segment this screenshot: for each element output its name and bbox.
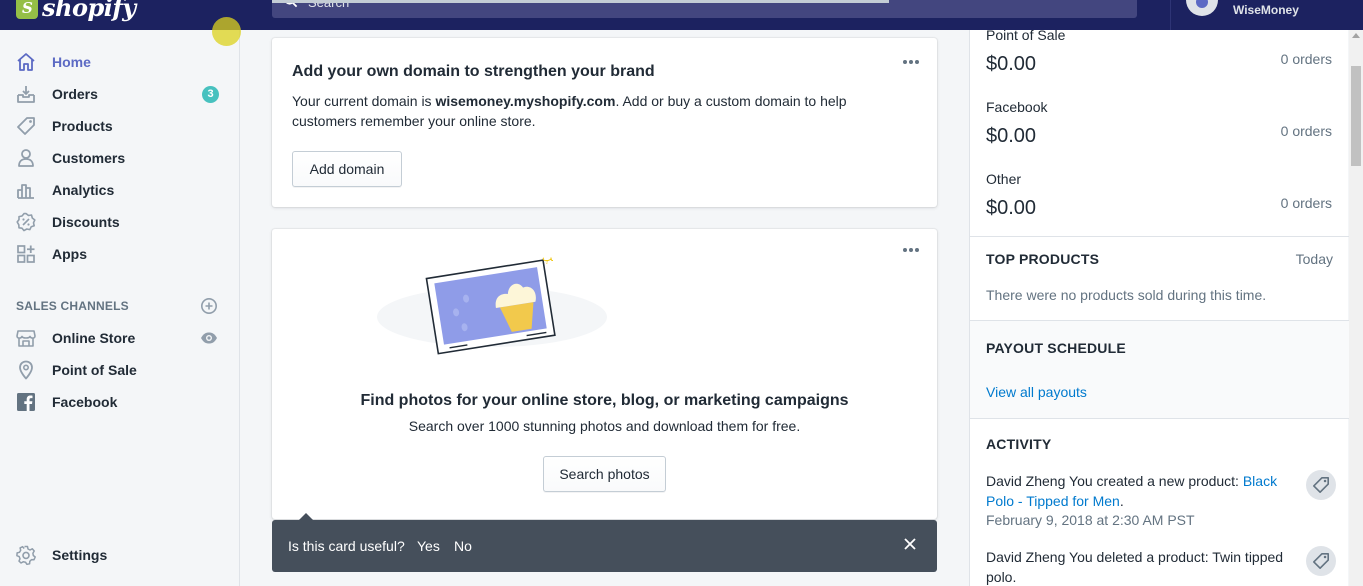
payout-schedule-section: PAYOUT SCHEDULE View all payouts [970, 320, 1349, 418]
page-scrollbar[interactable] [1349, 30, 1363, 586]
channel-name: Other [986, 171, 1022, 187]
cursor-highlight [212, 17, 241, 46]
channel-amount: $0.00 [986, 125, 1037, 147]
sidebar-item-analytics[interactable]: Analytics [0, 174, 239, 206]
channel-amount: $0.00 [986, 197, 1037, 219]
photos-card-subtitle: Search over 1000 stunning photos and dow… [408, 418, 801, 434]
location-pin-icon [19, 360, 33, 380]
activity-time: February 9, 2018 at 2:30 AM PST [986, 512, 1195, 528]
top-products-period[interactable]: Today [1296, 251, 1333, 267]
channel-orders: 0 orders [1280, 123, 1332, 139]
view-all-payouts-link[interactable]: View all payouts [986, 384, 1087, 400]
add-sales-channel-icon[interactable] [200, 297, 218, 315]
sidebar-item-label: Settings [52, 547, 108, 563]
photos-card: ﭗ Find photos for your online store, blo… [272, 229, 937, 519]
channel-orders: 0 orders [1280, 195, 1332, 211]
top-bar: shopify Search WiseMoney [0, 0, 1363, 30]
activity-text: David Zheng You created a new product: [986, 473, 1243, 489]
sidebar-item-label: Customers [52, 150, 126, 166]
orders-count-badge: 3 [202, 85, 219, 103]
shopify-bag-icon [16, 0, 38, 19]
domain-card-description: Your current domain is wisemoney.myshopi… [292, 91, 892, 131]
activity-text-suffix: . [1119, 493, 1124, 509]
activity-text: David Zheng You deleted a product: Twin … [986, 549, 1284, 585]
sidebar-item-label: Products [52, 118, 113, 134]
store-icon [16, 330, 36, 347]
sidebar-item-label: Home [52, 54, 91, 70]
channel-amount: $0.00 [986, 53, 1037, 75]
tag-icon [1312, 476, 1330, 494]
sidebar-item-point-of-sale[interactable]: Point of Sale [0, 354, 239, 386]
feedback-no-button[interactable]: No [454, 538, 472, 554]
discount-icon [16, 212, 36, 232]
activity-section: ACTIVITY David Zheng You created a new p… [970, 418, 1349, 586]
sidebar-item-label: Orders [52, 86, 98, 102]
activity-heading: ACTIVITY [986, 436, 1052, 452]
sidebar-item-online-store[interactable]: Online Store [0, 322, 239, 354]
photo-illustration-icon: ﭗ [377, 251, 607, 355]
sidebar-item-label: Facebook [52, 394, 118, 410]
sidebar: Home Orders 3 Products Customers Analyti… [0, 30, 240, 586]
close-icon[interactable] [904, 538, 916, 550]
sidebar-item-products[interactable]: Products [0, 110, 239, 142]
scrollbar-thumb[interactable] [1351, 66, 1361, 166]
sidebar-item-facebook[interactable]: Facebook [0, 386, 239, 418]
activity-product-badge [1306, 546, 1336, 576]
search-photos-button[interactable]: Search photos [543, 456, 666, 492]
domain-card: Add your own domain to strengthen your b… [272, 38, 937, 207]
sidebar-item-label: Apps [52, 246, 87, 262]
feedback-yes-button[interactable]: Yes [417, 538, 440, 554]
activity-product-badge [1306, 470, 1336, 500]
logo-text: shopify [42, 0, 136, 22]
sidebar-item-discounts[interactable]: Discounts [0, 206, 239, 238]
more-options-icon[interactable] [901, 57, 921, 67]
shopify-logo[interactable]: shopify [16, 0, 136, 22]
payout-schedule-heading: PAYOUT SCHEDULE [986, 340, 1126, 356]
tag-icon [17, 117, 35, 135]
channel-name: Point of Sale [986, 27, 1066, 43]
feedback-question: Is this card useful? [288, 538, 405, 554]
topbar-divider [1170, 0, 1171, 30]
sidebar-item-home[interactable]: Home [0, 46, 239, 78]
top-products-empty: There were no products sold during this … [986, 287, 1267, 303]
current-domain: wisemoney.myshopify.com [435, 93, 616, 109]
activity-item-text: David Zheng You deleted a product: Twin … [986, 547, 1286, 586]
scroll-up-arrow-icon[interactable] [1352, 33, 1360, 38]
activity-item-text: David Zheng You created a new product: B… [986, 471, 1286, 511]
sidebar-item-label: Discounts [52, 214, 120, 230]
more-options-icon[interactable] [901, 245, 921, 255]
sidebar-item-customers[interactable]: Customers [0, 142, 239, 174]
sidebar-item-settings[interactable]: Settings [0, 539, 239, 571]
avatar[interactable] [1186, 0, 1218, 16]
eye-icon[interactable] [200, 331, 218, 345]
photos-card-title: Find photos for your online store, blog,… [360, 392, 849, 409]
apps-icon [17, 245, 35, 263]
sidebar-item-label: Analytics [52, 182, 115, 198]
sidebar-item-orders[interactable]: Orders 3 [0, 78, 239, 110]
tag-icon [1312, 552, 1330, 570]
right-column: Point of Sale $0.00 0 orders Facebook $0… [969, 27, 1349, 586]
person-icon [18, 149, 34, 167]
search-focus-outline [272, 0, 889, 3]
gear-icon [16, 545, 36, 565]
orders-icon [17, 86, 35, 103]
top-products-heading: TOP PRODUCTS [986, 251, 1100, 267]
sidebar-item-label: Point of Sale [52, 362, 137, 378]
domain-text-prefix: Your current domain is [292, 93, 436, 109]
channel-name: Facebook [986, 99, 1048, 115]
top-products-section: TOP PRODUCTS Today There were no product… [970, 236, 1349, 320]
channel-orders: 0 orders [1280, 51, 1332, 67]
bar-chart-icon [17, 184, 34, 199]
sidebar-item-label: Online Store [52, 330, 136, 346]
store-name[interactable]: WiseMoney [1233, 3, 1299, 17]
card-feedback-toast: Is this card useful? Yes No [272, 520, 937, 572]
sales-channels-heading: SALES CHANNELS [16, 299, 129, 313]
home-icon [17, 53, 35, 71]
svg-text:ﭗ: ﭗ [542, 251, 553, 264]
sidebar-item-apps[interactable]: Apps [0, 238, 239, 270]
facebook-icon [17, 393, 35, 411]
domain-card-title: Add your own domain to strengthen your b… [292, 63, 655, 80]
add-domain-button[interactable]: Add domain [292, 151, 402, 187]
